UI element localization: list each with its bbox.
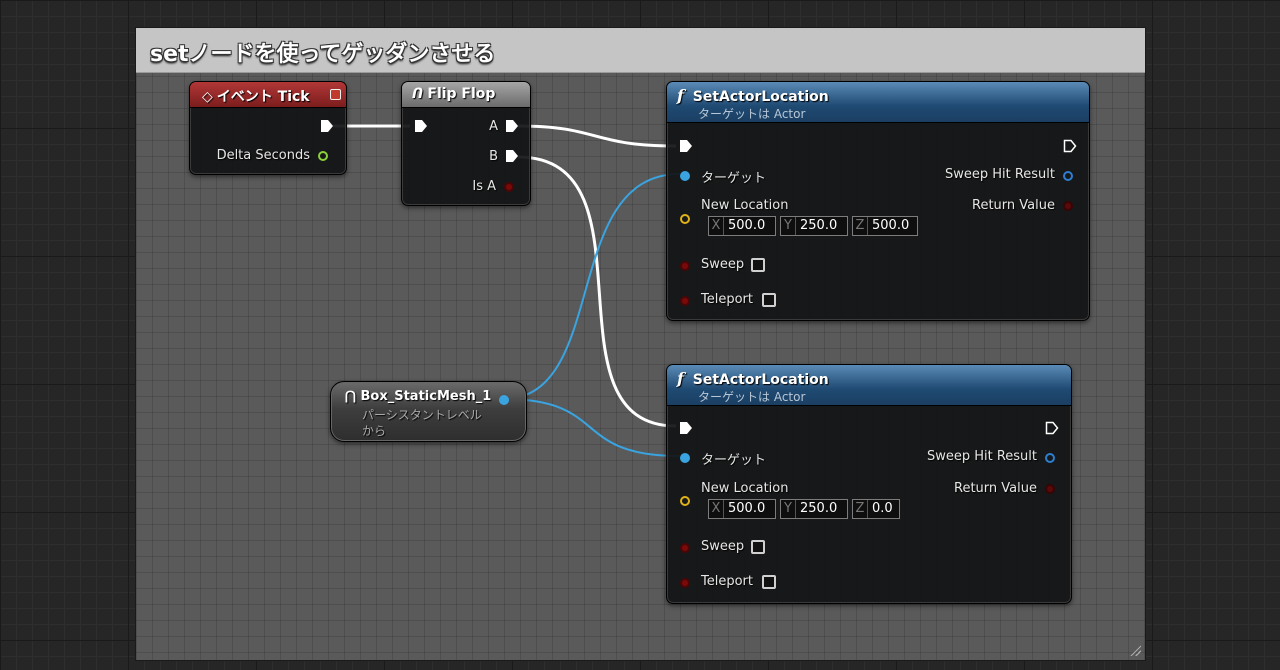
- delta-seconds-label: Delta Seconds: [216, 148, 310, 163]
- sweep-label: Sweep: [701, 257, 745, 272]
- location-x-field[interactable]: X 500.0: [708, 216, 776, 236]
- sweep-checkbox[interactable]: [751, 258, 765, 272]
- exec-b-pin-icon[interactable]: [505, 149, 519, 163]
- location-y-value: 250.0: [800, 501, 838, 516]
- location-z-value: 500.0: [872, 218, 910, 233]
- box-static-mesh-subtitle-1: パーシスタントレベル: [362, 408, 482, 422]
- location-x-field[interactable]: X 500.0: [708, 499, 776, 519]
- event-delegate-icon[interactable]: [330, 89, 341, 100]
- new-location-pin[interactable]: [680, 214, 690, 224]
- flip-flop-header: ᑎ Flip Flop: [402, 82, 530, 108]
- function-icon: f: [677, 86, 684, 105]
- location-z-field[interactable]: Z 0.0: [852, 499, 900, 519]
- location-z-value: 0.0: [872, 501, 893, 516]
- box-static-mesh-title: Box_StaticMesh_1: [360, 389, 492, 404]
- exec-a-pin-icon[interactable]: [505, 119, 519, 133]
- function-icon: f: [677, 369, 684, 388]
- sweep-hit-result-label: Sweep Hit Result: [926, 449, 1037, 464]
- teleport-label: Teleport: [701, 574, 753, 589]
- exec-out-pin-icon[interactable]: [1045, 421, 1059, 435]
- x-axis-label: X: [709, 500, 724, 518]
- z-axis-label: Z: [853, 500, 868, 518]
- exec-out-pin-icon[interactable]: [320, 119, 334, 133]
- event-tick-node[interactable]: ◇ イベント Tick Delta Seconds: [189, 81, 347, 175]
- sweep-hit-result-pin[interactable]: [1063, 171, 1073, 181]
- exec-in-pin-icon[interactable]: [414, 119, 428, 133]
- x-axis-label: X: [709, 217, 724, 235]
- box-static-mesh-subtitle-2: から: [362, 424, 387, 438]
- set-actor-location-subtitle-1: ターゲットは Actor: [698, 107, 806, 121]
- is-a-label: Is A: [472, 179, 496, 194]
- sweep-label: Sweep: [701, 539, 745, 554]
- set-actor-location-title-1: SetActorLocation: [692, 89, 829, 105]
- location-y-field[interactable]: Y 250.0: [780, 499, 848, 519]
- event-tick-title: イベント Tick: [216, 89, 310, 105]
- flip-flop-title: Flip Flop: [427, 86, 496, 102]
- box-static-mesh-output-pin[interactable]: [499, 395, 509, 405]
- exec-wire-a-to-set1: [517, 124, 677, 148]
- teleport-checkbox[interactable]: [762, 575, 776, 589]
- pin-a-label: A: [489, 119, 498, 134]
- exec-out-pin-icon[interactable]: [1063, 139, 1077, 153]
- mesh-variable-icon: ⋂: [345, 389, 356, 404]
- new-location-label: New Location: [701, 481, 789, 496]
- exec-in-pin-icon[interactable]: [679, 421, 693, 435]
- return-value-label: Return Value: [972, 198, 1055, 213]
- sweep-pin[interactable]: [680, 261, 690, 271]
- teleport-pin[interactable]: [680, 296, 690, 306]
- is-a-pin[interactable]: [504, 182, 514, 192]
- set-actor-location-node-2[interactable]: f SetActorLocation ターゲットは Actor ターゲット Sw…: [666, 364, 1072, 604]
- set-actor-location-header-2: f SetActorLocation ターゲットは Actor: [667, 365, 1071, 406]
- target-pin[interactable]: [680, 171, 690, 181]
- new-location-pin[interactable]: [680, 496, 690, 506]
- object-wire-to-set1: [502, 173, 681, 400]
- z-axis-label: Z: [853, 217, 868, 235]
- location-y-value: 250.0: [800, 218, 838, 233]
- return-value-pin[interactable]: [1045, 484, 1055, 494]
- return-value-label: Return Value: [954, 481, 1037, 496]
- location-z-field[interactable]: Z 500.0: [852, 216, 918, 236]
- teleport-checkbox[interactable]: [762, 293, 776, 307]
- event-tick-header: ◇ イベント Tick: [190, 82, 346, 108]
- flip-flop-node[interactable]: ᑎ Flip Flop A B Is A: [401, 81, 531, 206]
- exec-in-pin-icon[interactable]: [679, 139, 693, 153]
- box-static-mesh-node[interactable]: ⋂ Box_StaticMesh_1 パーシスタントレベル から: [330, 381, 527, 442]
- return-value-pin[interactable]: [1063, 201, 1073, 211]
- set-actor-location-title-2: SetActorLocation: [692, 372, 829, 388]
- y-axis-label: Y: [781, 500, 796, 518]
- y-axis-label: Y: [781, 217, 796, 235]
- sweep-hit-result-pin[interactable]: [1045, 453, 1055, 463]
- target-label: ターゲット: [701, 171, 767, 186]
- new-location-label: New Location: [701, 198, 789, 213]
- event-diamond-icon: ◇: [202, 89, 213, 105]
- pin-b-label: B: [489, 149, 498, 164]
- sweep-pin[interactable]: [680, 543, 690, 553]
- location-y-field[interactable]: Y 250.0: [780, 216, 848, 236]
- set-actor-location-subtitle-2: ターゲットは Actor: [698, 390, 806, 404]
- set-actor-location-header-1: f SetActorLocation ターゲットは Actor: [667, 82, 1089, 123]
- target-pin[interactable]: [680, 453, 690, 463]
- object-wire-to-set2: [502, 398, 681, 457]
- delta-seconds-pin[interactable]: [318, 151, 328, 161]
- sweep-checkbox[interactable]: [751, 540, 765, 554]
- location-x-value: 500.0: [728, 218, 766, 233]
- macro-icon: ᑎ: [412, 86, 424, 102]
- teleport-label: Teleport: [701, 292, 753, 307]
- teleport-pin[interactable]: [680, 578, 690, 588]
- target-label: ターゲット: [701, 453, 767, 468]
- sweep-hit-result-label: Sweep Hit Result: [944, 167, 1055, 182]
- set-actor-location-node-1[interactable]: f SetActorLocation ターゲットは Actor ターゲット Sw…: [666, 81, 1090, 321]
- location-x-value: 500.0: [728, 501, 766, 516]
